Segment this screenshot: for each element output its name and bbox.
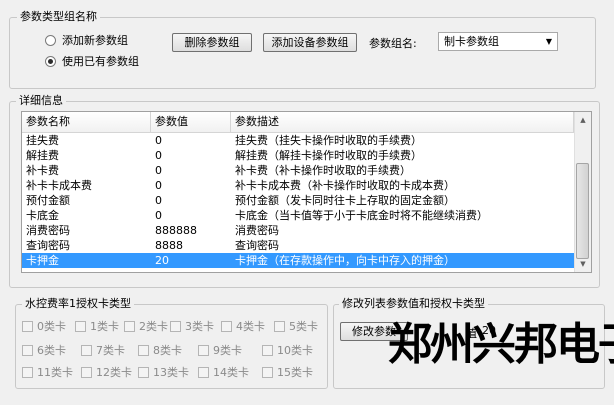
cell-value: 0 <box>155 209 162 222</box>
checkbox-icon <box>22 344 33 356</box>
cell-value: 888888 <box>155 224 197 237</box>
table-row[interactable]: 消费密码 888888 消费密码 <box>22 223 574 238</box>
card-checkbox-1[interactable]: 1类卡 <box>75 318 119 334</box>
table-row[interactable]: 补卡费 0 补卡费（补卡操作时收取的手续费） <box>22 163 574 178</box>
cell-value: 0 <box>155 149 162 162</box>
radio-existing-label: 使用已有参数组 <box>62 55 139 68</box>
col-header-name[interactable]: 参数名称 <box>22 112 151 132</box>
cell-desc: 卡底金（当卡值等于小于卡底金时将不能继续消费） <box>235 209 488 222</box>
cell-desc: 解挂费（解挂卡操作时收取的手续费） <box>235 149 422 162</box>
card-checkbox-6[interactable]: 6类卡 <box>22 342 66 358</box>
checkbox-icon <box>198 344 209 356</box>
cell-desc: 消费密码 <box>235 224 279 237</box>
details-title: 详细信息 <box>16 94 66 107</box>
param-table[interactable]: 参数名称 参数值 参数描述 挂失费 0 挂失费（挂失卡操作时收取的手续费） 解挂… <box>21 111 592 273</box>
checkbox-icon <box>221 320 232 332</box>
table-row[interactable]: 卡底金 0 卡底金（当卡值等于小于卡底金时将不能继续消费） <box>22 208 574 223</box>
table-row[interactable]: 查询密码 8888 查询密码 <box>22 238 574 253</box>
vertical-scrollbar[interactable]: ▲ ▼ <box>574 112 591 272</box>
param-group-title: 参数类型组名称 <box>17 10 100 23</box>
checkbox-icon <box>138 344 149 356</box>
card-checkbox-11[interactable]: 11类卡 <box>22 364 73 380</box>
checkbox-icon <box>138 366 149 378</box>
card-checkbox-14[interactable]: 14类卡 <box>198 364 249 380</box>
col-header-desc[interactable]: 参数描述 <box>231 112 574 132</box>
cell-value: 0 <box>155 134 162 147</box>
checkbox-icon <box>22 366 33 378</box>
card-checkbox-3[interactable]: 3类卡 <box>170 318 214 334</box>
watermark-text: 郑州兴邦电子 <box>388 319 614 370</box>
checkbox-icon <box>262 366 273 378</box>
checkbox-icon <box>81 344 92 356</box>
card-checkbox-0[interactable]: 0类卡 <box>22 318 66 334</box>
table-row-selected[interactable]: 卡押金 20 卡押金（在存款操作中，向卡中存入的押金） <box>22 253 574 268</box>
card-checkbox-4[interactable]: 4类卡 <box>221 318 265 334</box>
cell-value: 0 <box>155 194 162 207</box>
radio-new-label: 添加新参数组 <box>62 34 128 47</box>
checkbox-icon <box>124 320 135 332</box>
cell-desc: 预付金额（发卡同时往卡上存取的固定金额） <box>235 194 455 207</box>
card-checkbox-2[interactable]: 2类卡 <box>124 318 168 334</box>
radio-circle-icon <box>45 34 56 46</box>
card-checkbox-10[interactable]: 10类卡 <box>262 342 313 358</box>
card-checkbox-7[interactable]: 7类卡 <box>81 342 125 358</box>
table-row[interactable]: 挂失费 0 挂失费（挂失卡操作时收取的手续费） <box>22 133 574 148</box>
card-checkbox-12[interactable]: 12类卡 <box>81 364 132 380</box>
checkbox-icon <box>262 344 273 356</box>
radio-new-group[interactable]: 添加新参数组 <box>45 32 128 48</box>
cell-name: 解挂费 <box>26 149 59 162</box>
delete-group-button[interactable]: 删除参数组 <box>172 33 252 52</box>
cell-desc: 查询密码 <box>235 239 279 252</box>
cell-name: 补卡卡成本费 <box>26 179 92 192</box>
checkbox-icon <box>274 320 285 332</box>
cell-value: 20 <box>155 254 169 267</box>
cell-name: 挂失费 <box>26 134 59 147</box>
cell-name: 卡押金 <box>26 254 59 267</box>
cell-desc: 挂失费（挂失卡操作时收取的手续费） <box>235 134 422 147</box>
scroll-thumb[interactable] <box>576 163 589 259</box>
group-name-select[interactable]: 制卡参数组 ▼ <box>438 32 558 51</box>
cell-desc: 补卡卡成本费（补卡操作时收取的卡成本费） <box>235 179 455 192</box>
chevron-down-icon: ▼ <box>545 37 553 46</box>
cell-name: 消费密码 <box>26 224 70 237</box>
card-checkbox-9[interactable]: 9类卡 <box>198 342 242 358</box>
radio-selected-icon <box>45 55 56 67</box>
scroll-down-icon[interactable]: ▼ <box>575 256 591 272</box>
radio-existing-group[interactable]: 使用已有参数组 <box>45 53 139 69</box>
col-header-value[interactable]: 参数值 <box>151 112 231 132</box>
cell-name: 卡底金 <box>26 209 59 222</box>
card-checkbox-8[interactable]: 8类卡 <box>138 342 182 358</box>
checkbox-icon <box>81 366 92 378</box>
cell-value: 0 <box>155 179 162 192</box>
cell-value: 8888 <box>155 239 183 252</box>
checkbox-icon <box>75 320 86 332</box>
checkbox-icon <box>170 320 181 332</box>
table-header: 参数名称 参数值 参数描述 <box>22 112 574 133</box>
cell-name: 补卡费 <box>26 164 59 177</box>
table-row[interactable]: 解挂费 0 解挂费（解挂卡操作时收取的手续费） <box>22 148 574 163</box>
table-row[interactable]: 补卡卡成本费 0 补卡卡成本费（补卡操作时收取的卡成本费） <box>22 178 574 193</box>
group-name-label: 参数组名: <box>369 37 417 50</box>
cell-name: 预付金额 <box>26 194 70 207</box>
cell-value: 0 <box>155 164 162 177</box>
card-checkbox-15[interactable]: 15类卡 <box>262 364 313 380</box>
card-checkbox-13[interactable]: 13类卡 <box>138 364 189 380</box>
cell-desc: 补卡费（补卡操作时收取的手续费） <box>235 164 411 177</box>
card-checkbox-5[interactable]: 5类卡 <box>274 318 318 334</box>
checkbox-icon <box>198 366 209 378</box>
scroll-up-icon[interactable]: ▲ <box>575 112 591 128</box>
checkbox-icon <box>22 320 33 332</box>
water-rate-title: 水控费率1授权卡类型 <box>22 297 134 310</box>
cell-desc: 卡押金（在存款操作中，向卡中存入的押金） <box>235 254 455 267</box>
group-name-value: 制卡参数组 <box>444 35 499 48</box>
add-device-group-button[interactable]: 添加设备参数组 <box>263 33 357 52</box>
table-row[interactable]: 预付金额 0 预付金额（发卡同时往卡上存取的固定金额） <box>22 193 574 208</box>
cell-name: 查询密码 <box>26 239 70 252</box>
